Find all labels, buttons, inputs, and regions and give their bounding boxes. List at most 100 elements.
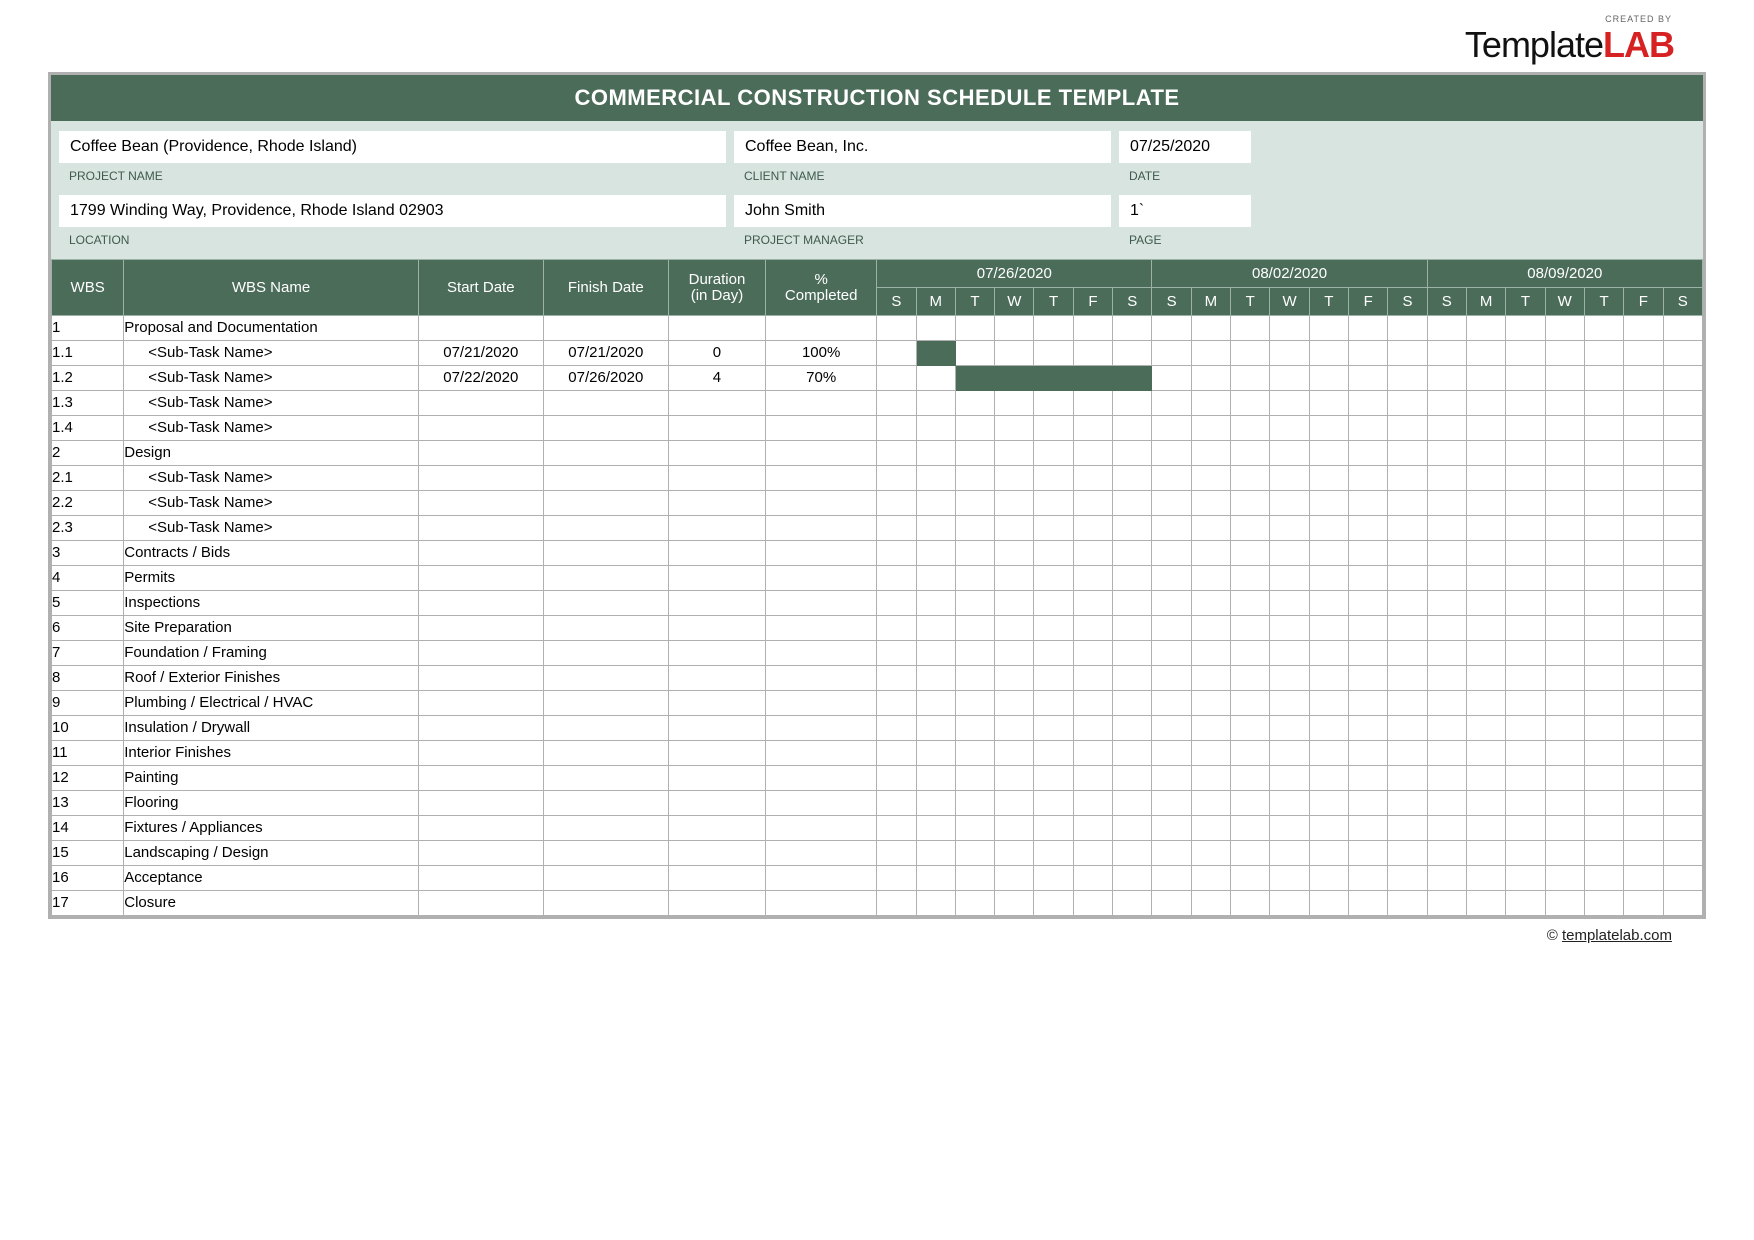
gantt-cell[interactable] [1231,466,1270,491]
gantt-cell[interactable] [955,491,994,516]
cell-wbs[interactable]: 1.3 [52,391,124,416]
gantt-cell[interactable] [1152,466,1191,491]
gantt-cell[interactable] [1309,541,1348,566]
gantt-cell[interactable] [1427,716,1466,741]
gantt-cell[interactable] [1506,541,1545,566]
gantt-cell[interactable] [1034,391,1073,416]
cell-pct[interactable] [766,391,877,416]
gantt-cell[interactable] [916,466,955,491]
cell-finish-date[interactable] [543,691,668,716]
gantt-cell[interactable] [995,316,1034,341]
gantt-cell[interactable] [877,391,916,416]
gantt-cell[interactable] [1663,441,1702,466]
gantt-cell[interactable] [1034,666,1073,691]
gantt-cell[interactable] [1152,866,1191,891]
gantt-cell[interactable] [1152,691,1191,716]
gantt-cell[interactable] [955,741,994,766]
cell-wbs[interactable]: 1.1 [52,341,124,366]
gantt-cell[interactable] [1270,516,1309,541]
gantt-cell[interactable] [1309,341,1348,366]
gantt-cell[interactable] [1388,491,1427,516]
gantt-cell[interactable] [1349,741,1388,766]
gantt-cell[interactable] [1663,316,1702,341]
gantt-cell[interactable] [1388,416,1427,441]
gantt-cell[interactable] [1466,516,1505,541]
cell-duration[interactable] [668,616,765,641]
cell-wbs-name[interactable]: Closure [124,891,419,916]
gantt-cell[interactable] [1427,416,1466,441]
cell-pct[interactable] [766,516,877,541]
gantt-cell[interactable] [1427,641,1466,666]
gantt-cell[interactable] [1388,341,1427,366]
gantt-cell[interactable] [877,541,916,566]
cell-wbs-name[interactable]: Site Preparation [124,616,419,641]
gantt-cell[interactable] [1545,466,1584,491]
gantt-cell[interactable] [1466,741,1505,766]
gantt-cell[interactable] [1231,741,1270,766]
gantt-cell[interactable] [1663,641,1702,666]
gantt-cell[interactable] [995,416,1034,441]
gantt-cell[interactable] [1584,441,1623,466]
gantt-cell[interactable] [1309,616,1348,641]
gantt-cell[interactable] [1663,566,1702,591]
gantt-cell[interactable] [1309,641,1348,666]
gantt-cell[interactable] [877,591,916,616]
gantt-cell[interactable] [1388,541,1427,566]
cell-duration[interactable] [668,441,765,466]
gantt-cell[interactable] [1584,716,1623,741]
cell-finish-date[interactable] [543,441,668,466]
gantt-cell[interactable] [1231,316,1270,341]
gantt-cell[interactable] [1309,491,1348,516]
gantt-cell[interactable] [995,541,1034,566]
gantt-cell[interactable] [1506,616,1545,641]
gantt-cell[interactable] [877,466,916,491]
gantt-cell[interactable] [1584,816,1623,841]
gantt-cell[interactable] [1663,716,1702,741]
gantt-cell[interactable] [1349,541,1388,566]
cell-duration[interactable]: 4 [668,366,765,391]
gantt-cell[interactable] [1073,391,1112,416]
gantt-cell[interactable] [995,666,1034,691]
gantt-cell[interactable] [1113,791,1152,816]
gantt-cell[interactable] [1152,541,1191,566]
gantt-cell[interactable] [1191,791,1230,816]
gantt-cell[interactable] [1506,791,1545,816]
gantt-cell[interactable] [1624,766,1663,791]
gantt-cell[interactable] [1584,666,1623,691]
gantt-cell[interactable] [1034,416,1073,441]
gantt-cell[interactable] [1191,891,1230,916]
cell-wbs[interactable]: 13 [52,791,124,816]
gantt-cell[interactable] [1545,716,1584,741]
gantt-cell[interactable] [1388,841,1427,866]
cell-duration[interactable] [668,516,765,541]
gantt-cell[interactable] [1427,691,1466,716]
gantt-cell[interactable] [1073,616,1112,641]
gantt-cell[interactable] [955,316,994,341]
gantt-cell[interactable] [1231,866,1270,891]
gantt-cell[interactable] [1506,316,1545,341]
gantt-cell[interactable] [1191,366,1230,391]
gantt-cell[interactable] [1427,591,1466,616]
gantt-cell[interactable] [1663,741,1702,766]
gantt-cell[interactable] [1506,566,1545,591]
gantt-cell[interactable] [1663,341,1702,366]
project-manager-value[interactable]: John Smith [734,195,1111,227]
gantt-cell[interactable] [1466,316,1505,341]
gantt-cell[interactable] [1152,591,1191,616]
gantt-cell[interactable] [955,866,994,891]
gantt-cell[interactable] [1349,366,1388,391]
gantt-cell[interactable] [1113,491,1152,516]
gantt-cell[interactable] [1113,841,1152,866]
cell-wbs[interactable]: 2.2 [52,491,124,516]
gantt-cell[interactable] [1191,566,1230,591]
gantt-cell[interactable] [1309,666,1348,691]
gantt-cell[interactable] [1034,741,1073,766]
gantt-cell[interactable] [1231,566,1270,591]
cell-start-date[interactable]: 07/22/2020 [418,366,543,391]
gantt-cell[interactable] [1466,666,1505,691]
gantt-cell[interactable] [1113,441,1152,466]
gantt-cell[interactable] [995,616,1034,641]
gantt-cell[interactable] [1191,316,1230,341]
gantt-cell[interactable] [1506,416,1545,441]
gantt-cell[interactable] [1466,616,1505,641]
